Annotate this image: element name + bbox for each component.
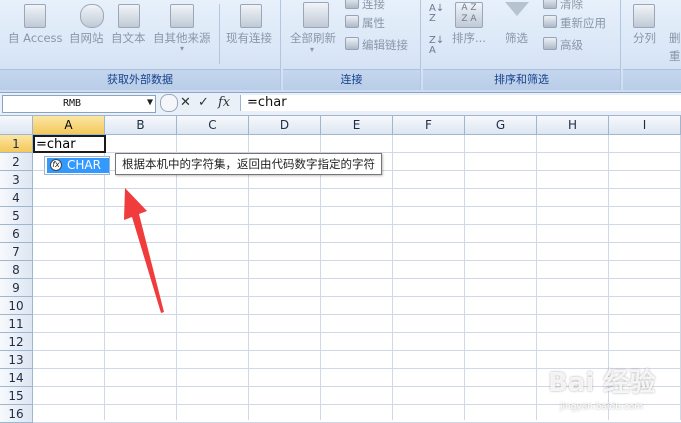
chevron-down-icon: ▾ [180, 44, 185, 53]
edit-links-icon [345, 37, 359, 50]
filter-button[interactable]: 筛选 [505, 30, 528, 46]
other-sources-icon [170, 4, 194, 28]
name-box-value: RMB [63, 98, 82, 109]
formula-buttons: ✕ ✓ fx [160, 94, 236, 112]
refresh-icon [303, 2, 329, 28]
clear-label: 清除 [560, 0, 583, 11]
group-label: 连接 [340, 73, 363, 86]
remove-duplicates-button-line2: 重 [669, 49, 681, 63]
access-icon [24, 4, 46, 28]
group-get-external-data: 自 Access 自网站 自文本 自其他来源 ▾ 现有连接 获取外部数据 [0, 0, 281, 90]
cancel-icon[interactable]: ✕ [180, 95, 191, 110]
group-label-band: 排序和筛选 [423, 69, 620, 90]
edit-links-label: 编辑链接 [362, 38, 408, 52]
text-file-icon [118, 4, 140, 28]
ribbon: 自 Access 自网站 自文本 自其他来源 ▾ 现有连接 获取外部数据 全部刷… [0, 0, 681, 93]
connections-icon [345, 0, 359, 9]
group-label: 排序和筛选 [494, 73, 549, 86]
connections-label: 连接 [362, 0, 385, 11]
connections-button[interactable]: 连接 [345, 0, 385, 12]
chevron-down-icon[interactable]: ▼ [147, 97, 153, 108]
enter-icon[interactable]: ✓ [198, 95, 209, 110]
group-label-band [623, 69, 681, 90]
reapply-label: 重新应用 [560, 16, 606, 30]
remove-duplicates-button[interactable]: 删 [669, 30, 681, 46]
red-arrow-annotation [124, 188, 164, 313]
from-access-button[interactable]: 自 Access [8, 30, 63, 46]
watermark: Bai 经验 jingyan.baidu.com [548, 362, 678, 417]
properties-icon [345, 15, 359, 28]
advanced-filter-icon [543, 37, 557, 50]
sort-button[interactable]: 排序... [452, 30, 486, 46]
web-icon [80, 4, 104, 28]
formula-bar-handle[interactable] [160, 94, 178, 112]
from-text-button[interactable]: 自文本 [111, 30, 146, 46]
filter-funnel-icon [505, 2, 529, 16]
clear-button[interactable]: 清除 [543, 0, 583, 12]
watermark-url: jingyan.baidu.com [560, 402, 644, 412]
properties-button[interactable]: 属性 [345, 15, 385, 31]
text-to-columns-button[interactable]: 分列 [633, 30, 656, 46]
group-sort-filter: A↓ Z Z↓ A A ZZ A 排序... 筛选 清除 重新应用 高级 排序和筛选 [423, 0, 621, 90]
name-box[interactable]: RMB ▼ [2, 95, 156, 113]
group-label-band: 连接 [283, 69, 420, 90]
from-web-button[interactable]: 自网站 [69, 30, 104, 46]
refresh-all-button[interactable]: 全部刷新 [290, 30, 336, 46]
reapply-button[interactable]: 重新应用 [543, 15, 606, 31]
group-data-tools: 分列 删 重 [623, 0, 681, 90]
sort-dialog-icon: A ZZ A [455, 2, 483, 28]
insert-function-icon[interactable]: fx [218, 95, 230, 110]
properties-label: 属性 [362, 16, 385, 30]
group-label-band: 获取外部数据 [0, 69, 280, 90]
group-connections: 全部刷新 ▾ 连接 属性 编辑链接 连接 [283, 0, 421, 90]
separator [219, 4, 220, 64]
existing-connections-button[interactable]: 现有连接 [226, 30, 272, 46]
group-label: 获取外部数据 [107, 73, 173, 86]
advanced-button[interactable]: 高级 [543, 37, 583, 53]
formula-bar: RMB ▼ ✕ ✓ fx =char [0, 93, 681, 116]
chevron-down-icon: ▾ [310, 45, 315, 54]
watermark-text: Bai 经验 [548, 368, 656, 398]
reapply-icon [543, 15, 557, 28]
edit-links-button[interactable]: 编辑链接 [345, 37, 408, 53]
advanced-label: 高级 [560, 38, 583, 52]
formula-input[interactable]: =char [240, 95, 681, 111]
sort-descending-icon[interactable]: Z↓ A [429, 36, 447, 56]
text-to-columns-icon [633, 4, 655, 28]
sort-ascending-icon[interactable]: A↓ Z [429, 4, 447, 24]
clear-icon [543, 0, 557, 9]
existing-connections-icon [240, 4, 262, 28]
